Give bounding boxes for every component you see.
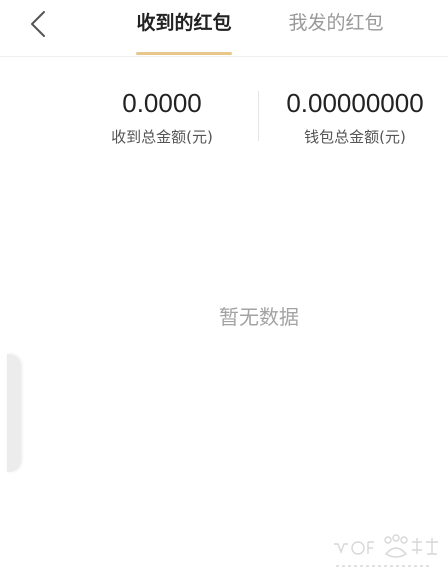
- empty-state-text: 暂无数据: [219, 305, 299, 329]
- side-drawer-handle[interactable]: [7, 354, 21, 472]
- wallet-total-amount: 0.00000000: [286, 88, 424, 118]
- tab-sent-red-packets[interactable]: 我发的红包: [286, 10, 386, 36]
- summary-divider: [258, 91, 259, 141]
- amount-summary: 0.0000 收到总金额(元) 0.00000000 钱包总金额(元): [0, 57, 448, 167]
- wallet-total-panel: 0.00000000 钱包总金额(元): [262, 87, 448, 147]
- chevron-left-icon: [31, 11, 45, 37]
- received-total-panel: 0.0000 收到总金额(元): [82, 87, 242, 147]
- baidu-jingyan-logo: [328, 530, 444, 578]
- received-total-amount: 0.0000: [122, 88, 202, 118]
- back-button[interactable]: [24, 8, 56, 40]
- header-bar: 收到的红包 我发的红包: [0, 0, 448, 57]
- tab-received-red-packets[interactable]: 收到的红包: [134, 10, 234, 36]
- received-total-label: 收到总金额(元): [111, 128, 213, 146]
- active-tab-indicator: [136, 52, 232, 55]
- red-packet-screen: 收到的红包 我发的红包 0.0000 收到总金额(元) 0.00000000 钱…: [0, 0, 448, 581]
- wallet-total-label: 钱包总金额(元): [304, 128, 406, 146]
